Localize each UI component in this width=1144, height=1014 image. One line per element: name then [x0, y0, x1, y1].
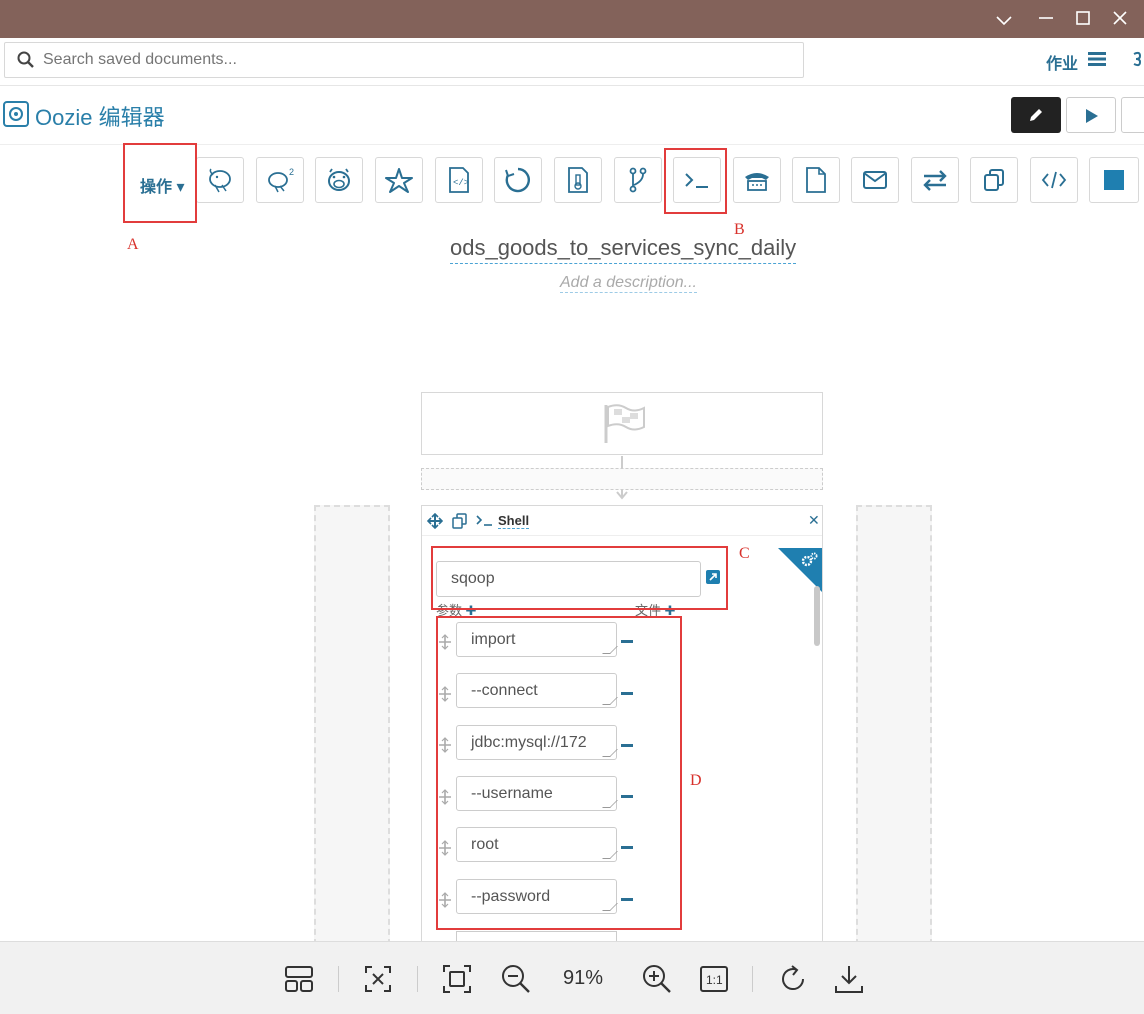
close-icon[interactable] [1108, 8, 1132, 32]
close-node-icon[interactable]: ✕ [808, 512, 820, 529]
streaming-icon[interactable] [911, 157, 959, 203]
fork-icon[interactable] [614, 157, 662, 203]
right-drop-zone[interactable] [856, 505, 932, 945]
left-drop-zone[interactable] [314, 505, 390, 945]
annotation-label-a: A [127, 236, 139, 253]
drop-zone[interactable] [421, 468, 823, 490]
minimize-icon[interactable] [1034, 8, 1058, 32]
search-icon [17, 51, 35, 74]
settings-button[interactable] [1121, 97, 1144, 133]
play-icon [1086, 109, 1098, 123]
subworkflow-icon[interactable] [494, 157, 542, 203]
separator [752, 966, 753, 992]
rotate-icon[interactable] [776, 962, 810, 996]
flag-icon [604, 404, 645, 443]
generic-icon[interactable] [1030, 157, 1078, 203]
hive-icon[interactable] [196, 157, 244, 203]
ssh-icon[interactable] [733, 157, 781, 203]
svg-text:1:1: 1:1 [706, 973, 723, 987]
zoom-level: 91% [563, 967, 604, 989]
node-scrollbar[interactable] [814, 586, 820, 646]
zoom-out-icon[interactable] [499, 962, 533, 996]
svg-text:</>: </> [453, 178, 469, 188]
fit-icon[interactable] [361, 962, 395, 996]
gears-icon[interactable] [801, 552, 819, 568]
download-icon[interactable] [832, 962, 866, 996]
annotation-label-d: D [690, 772, 702, 789]
search-row: 作业 [0, 38, 1144, 86]
kill-icon[interactable] [1089, 157, 1139, 203]
email-icon[interactable] [851, 157, 899, 203]
start-node [421, 392, 823, 455]
run-button[interactable] [1066, 97, 1116, 133]
pencil-icon [1030, 109, 1042, 121]
editor-header: Oozie 编辑器 [0, 87, 1144, 145]
maximize-icon[interactable] [1071, 8, 1095, 32]
separator [338, 966, 339, 992]
layout-icon[interactable] [282, 962, 316, 996]
page-title: Oozie 编辑器 [35, 105, 165, 130]
workflow-description[interactable]: Add a description... [560, 274, 697, 293]
workflow-name[interactable]: ods_goods_to_services_sync_daily [450, 235, 797, 264]
node-title[interactable]: Shell [498, 513, 530, 529]
annotation-label-c: C [739, 545, 750, 562]
fs-icon[interactable] [792, 157, 840, 203]
jobs-link[interactable]: 作业 [1046, 50, 1078, 74]
search-input[interactable] [43, 43, 783, 77]
chevron-down-icon[interactable] [992, 8, 1016, 32]
annotation-box-b [664, 148, 727, 214]
oozie-logo-icon [3, 101, 29, 127]
annotation-box-c [431, 546, 728, 610]
copy-node-icon[interactable] [451, 513, 467, 529]
zoom-in-icon[interactable] [640, 962, 674, 996]
move-icon[interactable] [427, 513, 443, 529]
separator [417, 966, 418, 992]
java-icon[interactable]: </> [435, 157, 483, 203]
fullscreen-icon[interactable] [440, 962, 474, 996]
copy-icon[interactable] [970, 157, 1018, 203]
distcp-icon[interactable] [554, 157, 602, 203]
window-titlebar [0, 0, 1144, 38]
annotation-box-a [123, 143, 197, 223]
more-menu-icon[interactable] [1132, 51, 1144, 72]
node-header: Shell ✕ [422, 506, 822, 536]
svg-text:2: 2 [289, 167, 294, 177]
edit-button[interactable] [1011, 97, 1061, 133]
actual-size-icon[interactable]: 1:1 [697, 962, 731, 996]
search-box[interactable] [4, 42, 804, 78]
hive2-icon[interactable]: 2 [256, 157, 304, 203]
viewer-toolbar: 91% 1:1 [0, 941, 1144, 1014]
shell-node-icon [476, 515, 492, 526]
pig-icon[interactable] [315, 157, 363, 203]
annotation-box-d [436, 616, 682, 930]
spark-icon[interactable] [375, 157, 423, 203]
jobs-list-icon[interactable] [1088, 52, 1106, 71]
